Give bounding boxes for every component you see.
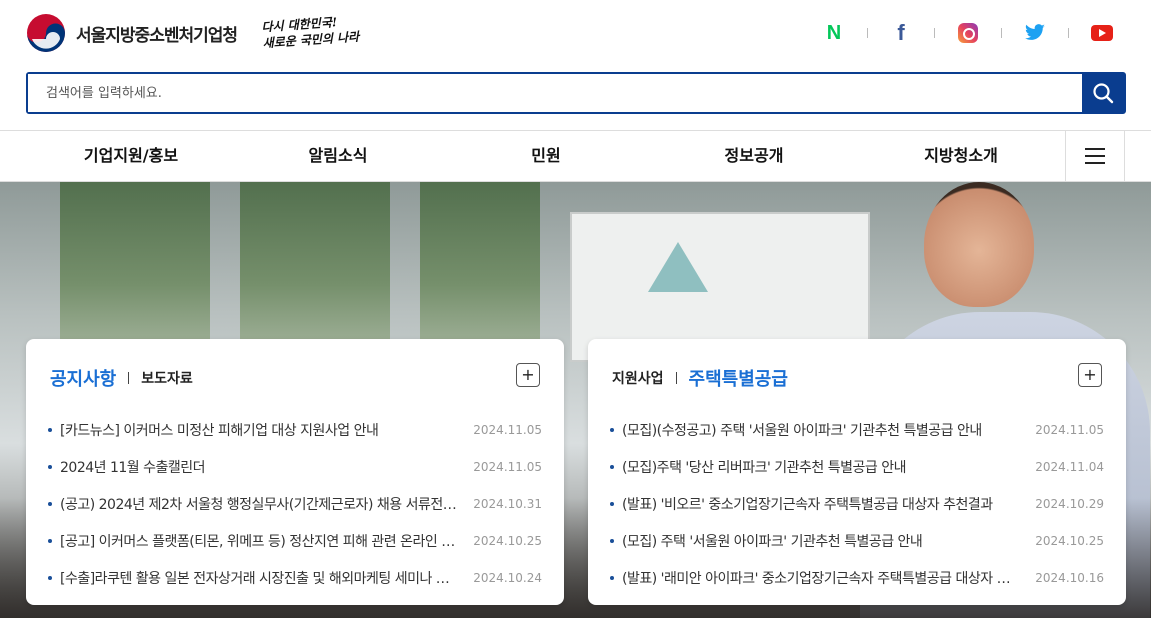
slogan: 다시 대한민국! 새로운 국민의 나라 xyxy=(261,13,360,52)
item-title[interactable]: [수출]라쿠텐 활용 일본 전자상거래 시장진출 및 해외마케팅 세미나 안내 xyxy=(60,568,458,588)
social-links: N f xyxy=(823,20,1113,45)
support-board: 지원사업 주택특별공급 + (모집)(수정공고) 주택 '서울원 아이파크' 기… xyxy=(588,339,1126,605)
bullet-icon xyxy=(48,427,52,432)
item-title[interactable]: [카드뉴스] 이커머스 미정산 피해기업 대상 지원사업 안내 xyxy=(60,420,458,440)
item-title[interactable]: (모집) 주택 '서울원 아이파크' 기관추천 특별공급 안내 xyxy=(622,531,1020,551)
more-housing-button[interactable]: + xyxy=(1078,363,1102,387)
item-date: 2024.11.05 xyxy=(1035,422,1104,437)
search-bar xyxy=(26,72,1126,114)
item-title[interactable]: (모집)주택 '당산 리버파크' 기관추천 특별공급 안내 xyxy=(622,457,1020,477)
item-title[interactable]: (발표) '래미안 아이파크' 중소기업장기근속자 주택특별공급 대상자 추천결… xyxy=(622,568,1020,588)
social-divider xyxy=(934,28,935,38)
notice-list: [카드뉴스] 이커머스 미정산 피해기업 대상 지원사업 안내 2024.11.0… xyxy=(48,411,542,596)
taegeuk-emblem-icon xyxy=(26,13,66,53)
triangle-chart-decor xyxy=(648,242,708,292)
tab-housing-supply[interactable]: 주택특별공급 xyxy=(689,365,788,391)
list-item[interactable]: 2024년 11월 수출캘린더 2024.11.05 xyxy=(48,448,542,485)
tab-press-releases[interactable]: 보도자료 xyxy=(141,368,193,388)
item-title[interactable]: (공고) 2024년 제2차 서울청 행정실무사(기간제근로자) 채용 서류전형… xyxy=(60,494,458,514)
bullet-icon xyxy=(610,464,614,469)
site-logo[interactable]: 서울지방중소벤처기업청 xyxy=(26,12,238,54)
item-date: 2024.11.05 xyxy=(473,459,542,474)
list-item[interactable]: (모집)(수정공고) 주택 '서울원 아이파크' 기관추천 특별공급 안내 202… xyxy=(610,411,1104,448)
social-divider xyxy=(867,28,868,38)
search-button[interactable] xyxy=(1082,74,1124,112)
item-date: 2024.10.25 xyxy=(1035,533,1104,548)
bullet-icon xyxy=(610,575,614,580)
instagram-icon[interactable] xyxy=(957,22,979,44)
housing-list: (모집)(수정공고) 주택 '서울원 아이파크' 기관추천 특별공급 안내 202… xyxy=(610,411,1104,596)
item-title[interactable]: (발표) '비오르' 중소기업장기근속자 주택특별공급 대상자 추천결과 xyxy=(622,494,1020,514)
item-date: 2024.10.16 xyxy=(1035,570,1104,585)
item-date: 2024.10.29 xyxy=(1035,496,1104,511)
tab-divider xyxy=(128,372,130,384)
list-item[interactable]: (모집) 주택 '서울원 아이파크' 기관추천 특별공급 안내 2024.10.2… xyxy=(610,522,1104,559)
item-date: 2024.10.25 xyxy=(473,533,542,548)
bullet-icon xyxy=(48,464,52,469)
site-header: 서울지방중소벤처기업청 다시 대한민국! 새로운 국민의 나라 N f xyxy=(0,0,1151,130)
tab-notices[interactable]: 공지사항 xyxy=(50,365,116,391)
bullet-icon xyxy=(48,575,52,580)
window-decor xyxy=(60,182,210,352)
list-item[interactable]: (발표) '래미안 아이파크' 중소기업장기근속자 주택특별공급 대상자 추천결… xyxy=(610,559,1104,596)
twitter-icon[interactable] xyxy=(1024,22,1046,44)
item-date: 2024.10.31 xyxy=(473,496,542,511)
bullet-icon xyxy=(48,538,52,543)
naver-icon[interactable]: N xyxy=(823,22,845,44)
notice-board: 공지사항 보도자료 + [카드뉴스] 이커머스 미정산 피해기업 대상 지원사업… xyxy=(26,339,564,605)
search-input[interactable] xyxy=(28,74,1082,112)
nav-item-business-support[interactable]: 기업지원/홍보 xyxy=(84,131,178,181)
facebook-icon[interactable]: f xyxy=(890,20,912,45)
support-board-tabs: 지원사업 주택특별공급 xyxy=(612,365,788,391)
search-icon xyxy=(1093,83,1114,104)
tab-divider xyxy=(675,372,677,384)
logo-name: 서울지방중소벤처기업청 xyxy=(76,25,238,46)
item-date: 2024.11.04 xyxy=(1035,459,1104,474)
bullet-icon xyxy=(610,427,614,432)
item-date: 2024.11.05 xyxy=(473,422,542,437)
window-decor xyxy=(420,182,540,352)
item-title[interactable]: 2024년 11월 수출캘린더 xyxy=(60,457,458,477)
main-nav: 기업지원/홍보 알림소식 민원 정보공개 지방청소개 xyxy=(0,130,1151,182)
youtube-icon[interactable] xyxy=(1091,22,1113,44)
hamburger-menu-icon[interactable] xyxy=(1065,130,1125,182)
nav-item-about[interactable]: 지방청소개 xyxy=(924,131,998,181)
item-title[interactable]: (모집)(수정공고) 주택 '서울원 아이파크' 기관추천 특별공급 안내 xyxy=(622,420,1020,440)
window-decor xyxy=(240,182,390,352)
social-divider xyxy=(1001,28,1002,38)
list-item[interactable]: (공고) 2024년 제2차 서울청 행정실무사(기간제근로자) 채용 서류전형… xyxy=(48,485,542,522)
list-item[interactable]: (발표) '비오르' 중소기업장기근속자 주택특별공급 대상자 추천결과 2024… xyxy=(610,485,1104,522)
bullet-icon xyxy=(610,501,614,506)
bullet-icon xyxy=(48,501,52,506)
item-date: 2024.10.24 xyxy=(473,570,542,585)
nav-item-civil-service[interactable]: 민원 xyxy=(531,131,560,181)
item-title[interactable]: [공고] 이커머스 플랫폼(티몬, 위메프 등) 정산지연 피해 관련 온라인 … xyxy=(60,531,458,551)
tab-support-programs[interactable]: 지원사업 xyxy=(612,368,664,388)
list-item[interactable]: (모집)주택 '당산 리버파크' 기관추천 특별공급 안내 2024.11.04 xyxy=(610,448,1104,485)
list-item[interactable]: [공고] 이커머스 플랫폼(티몬, 위메프 등) 정산지연 피해 관련 온라인 … xyxy=(48,522,542,559)
person-head-decor xyxy=(924,182,1034,307)
nav-item-news[interactable]: 알림소식 xyxy=(309,131,368,181)
more-notices-button[interactable]: + xyxy=(516,363,540,387)
bullet-icon xyxy=(610,538,614,543)
social-divider xyxy=(1068,28,1069,38)
nav-item-info-disclosure[interactable]: 정보공개 xyxy=(725,131,784,181)
list-item[interactable]: [카드뉴스] 이커머스 미정산 피해기업 대상 지원사업 안내 2024.11.0… xyxy=(48,411,542,448)
notice-board-tabs: 공지사항 보도자료 xyxy=(50,365,193,391)
list-item[interactable]: [수출]라쿠텐 활용 일본 전자상거래 시장진출 및 해외마케팅 세미나 안내 2… xyxy=(48,559,542,596)
